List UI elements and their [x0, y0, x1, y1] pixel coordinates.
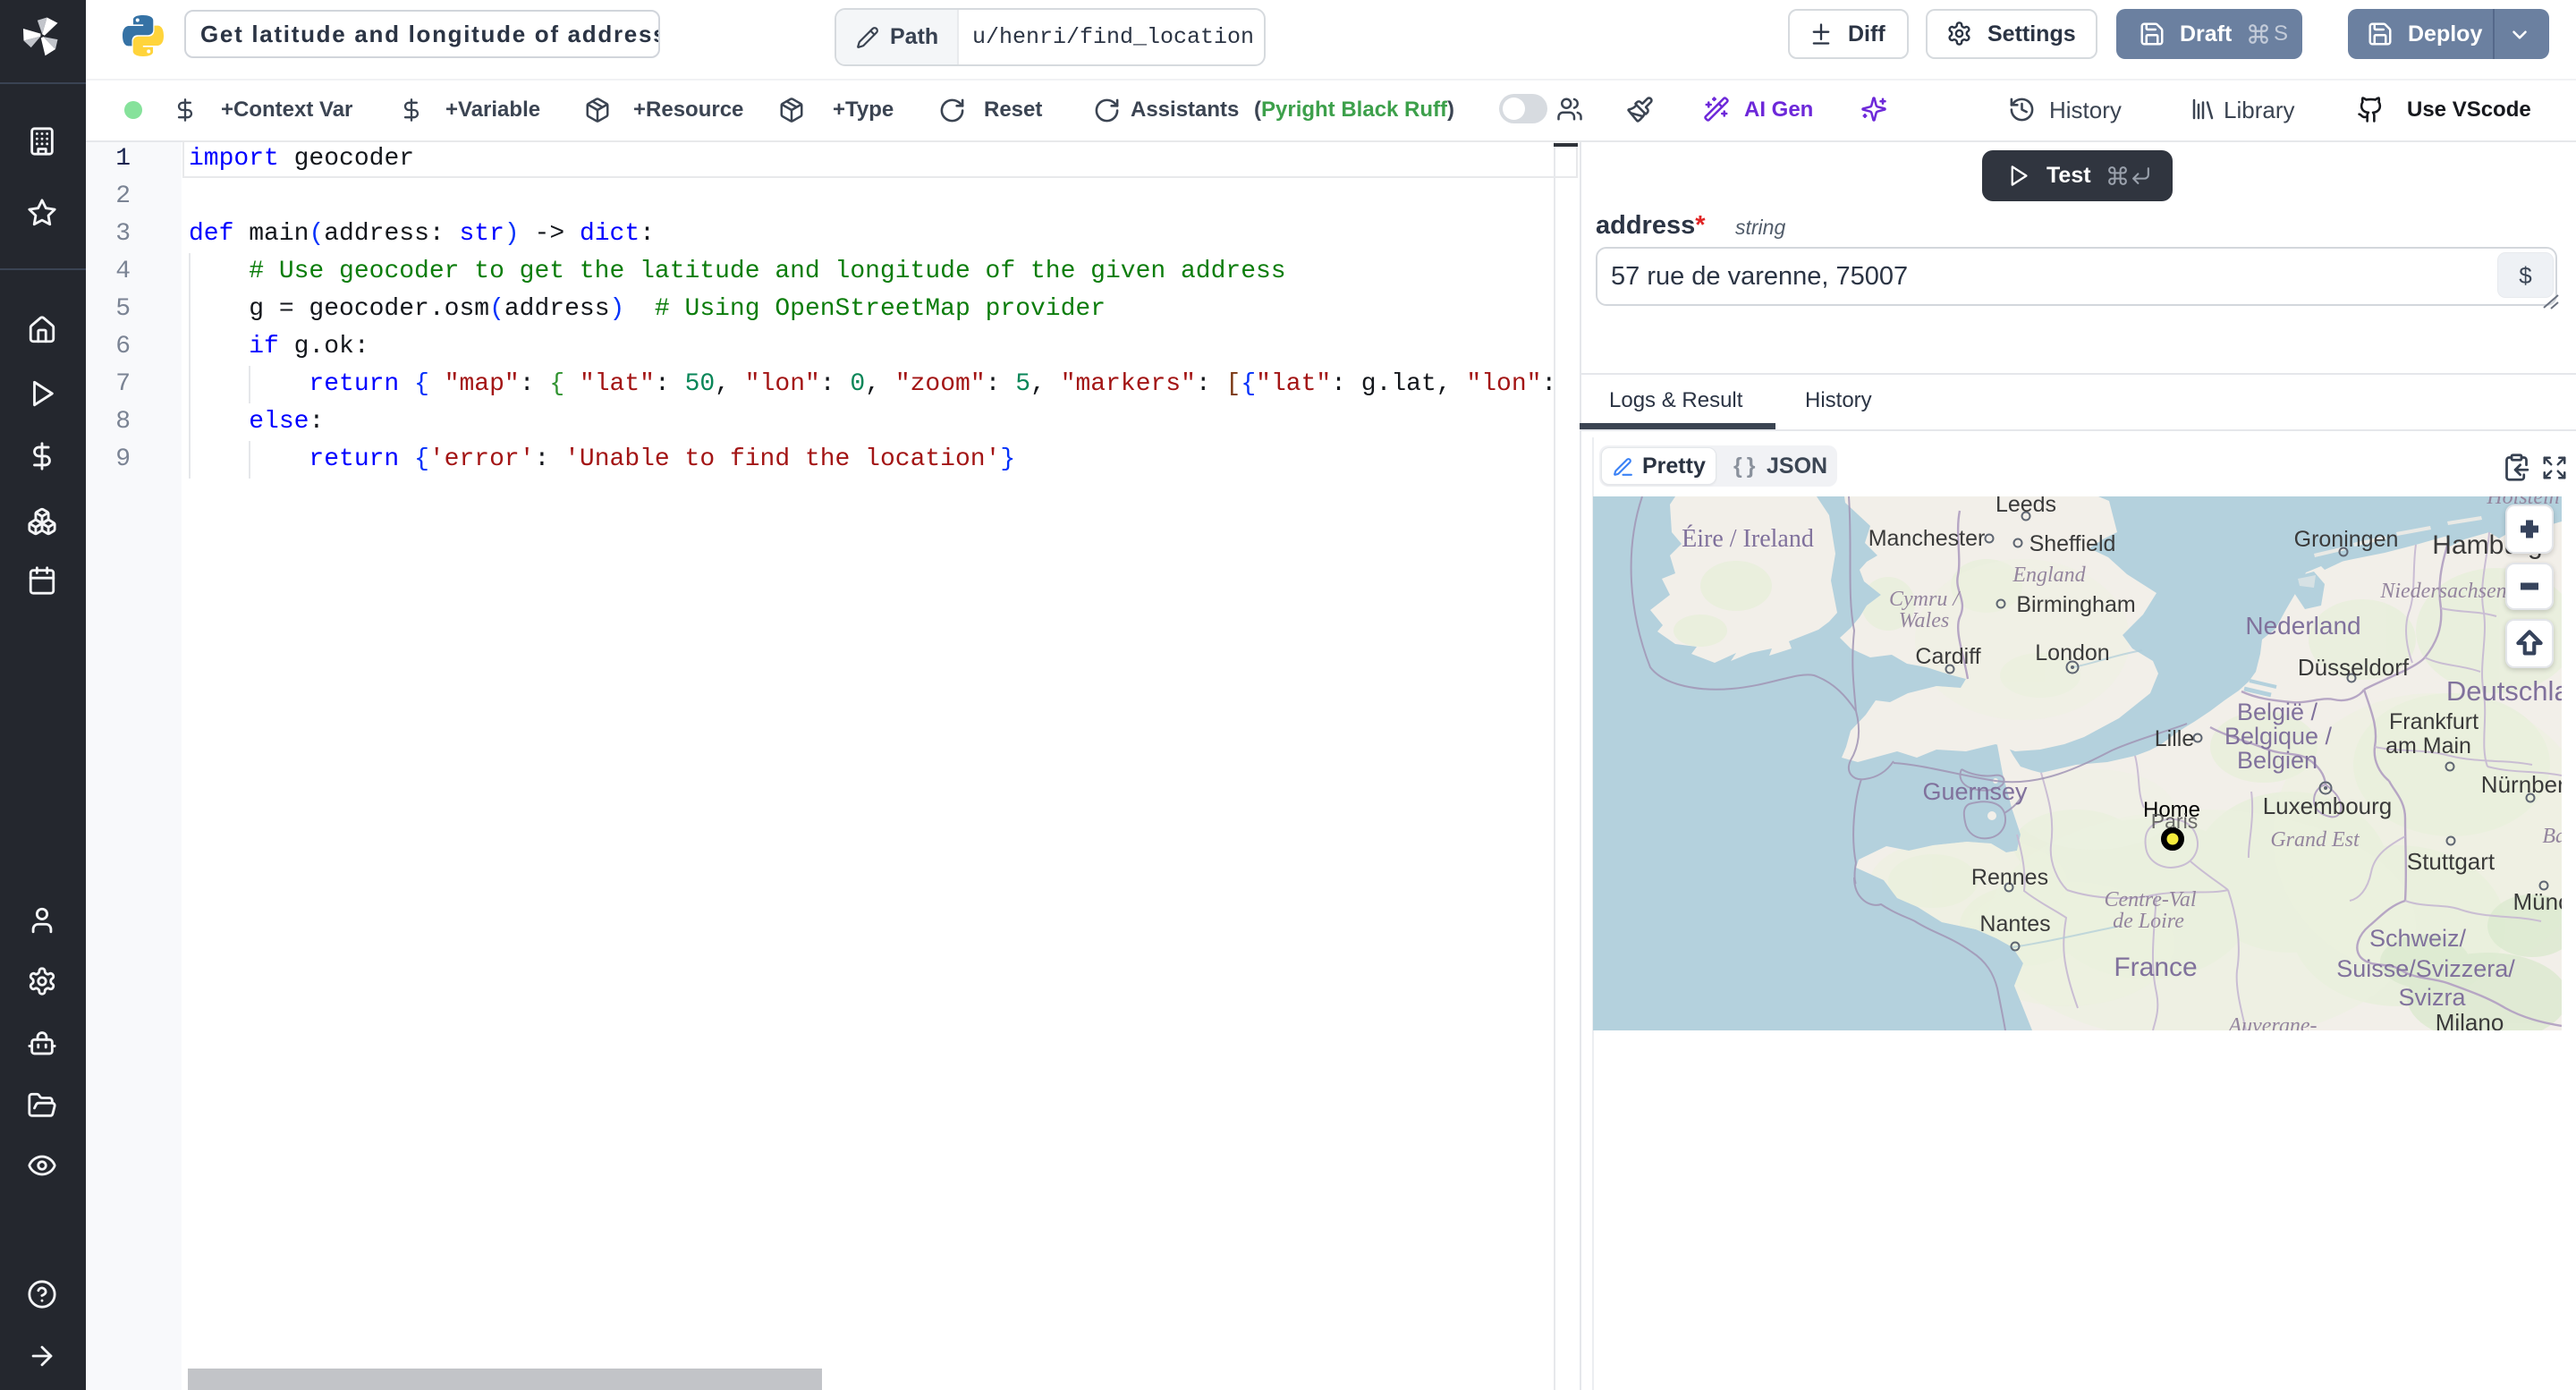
- svg-text:Lille: Lille: [2155, 726, 2194, 751]
- svg-text:Sheffield: Sheffield: [2029, 531, 2116, 556]
- svg-text:Birmingham: Birmingham: [2016, 592, 2135, 617]
- svg-text:England: England: [2012, 564, 2086, 587]
- svg-text:Éire / Ireland: Éire / Ireland: [1682, 525, 1814, 553]
- svg-text:Cymru /: Cymru /: [1889, 588, 1961, 611]
- svg-text:London: London: [2035, 640, 2109, 665]
- svg-text:Leeds: Leeds: [1996, 496, 2056, 517]
- svg-text:Belgien: Belgien: [2237, 747, 2318, 774]
- svg-text:Nantes: Nantes: [1979, 911, 2050, 937]
- svg-text:München: München: [2513, 888, 2562, 915]
- svg-text:Suisse/Svizzera/: Suisse/Svizzera/: [2336, 955, 2515, 982]
- svg-text:Auvergne-: Auvergne-: [2226, 1014, 2317, 1030]
- svg-text:Centre-Val: Centre-Val: [2104, 888, 2196, 911]
- svg-text:Frankfurt: Frankfurt: [2389, 709, 2479, 734]
- svg-text:Rennes: Rennes: [1971, 865, 2048, 890]
- svg-text:Guernsey: Guernsey: [1922, 778, 2028, 805]
- svg-text:Manchester: Manchester: [1868, 526, 1986, 551]
- svg-text:Belgique /: Belgique /: [2224, 723, 2333, 750]
- svg-text:Wales: Wales: [1899, 609, 1949, 632]
- svg-text:België /: België /: [2237, 699, 2318, 725]
- svg-text:Svizra: Svizra: [2398, 984, 2466, 1011]
- svg-text:Milano: Milano: [2436, 1009, 2504, 1030]
- svg-text:Grand Est: Grand Est: [2270, 828, 2360, 852]
- svg-text:am Main: am Main: [2385, 733, 2471, 759]
- svg-text:Cardiff: Cardiff: [1915, 644, 1980, 669]
- svg-text:de Loire: de Loire: [2113, 910, 2184, 933]
- svg-text:France: France: [2114, 953, 2197, 982]
- svg-text:Luxembourg: Luxembourg: [2263, 792, 2393, 819]
- svg-text:Deutschland: Deutschland: [2446, 675, 2562, 707]
- svg-text:Düsseldorf: Düsseldorf: [2298, 654, 2410, 681]
- svg-text:Groningen: Groningen: [2294, 527, 2399, 552]
- svg-text:Nederland: Nederland: [2245, 612, 2360, 640]
- svg-text:Niedersachsen: Niedersachsen: [2379, 580, 2506, 603]
- svg-text:Bay: Bay: [2542, 825, 2562, 848]
- svg-text:Nürnberg: Nürnberg: [2481, 771, 2562, 798]
- svg-text:Stuttgart: Stuttgart: [2407, 848, 2496, 875]
- svg-text:Schweiz/: Schweiz/: [2369, 925, 2467, 952]
